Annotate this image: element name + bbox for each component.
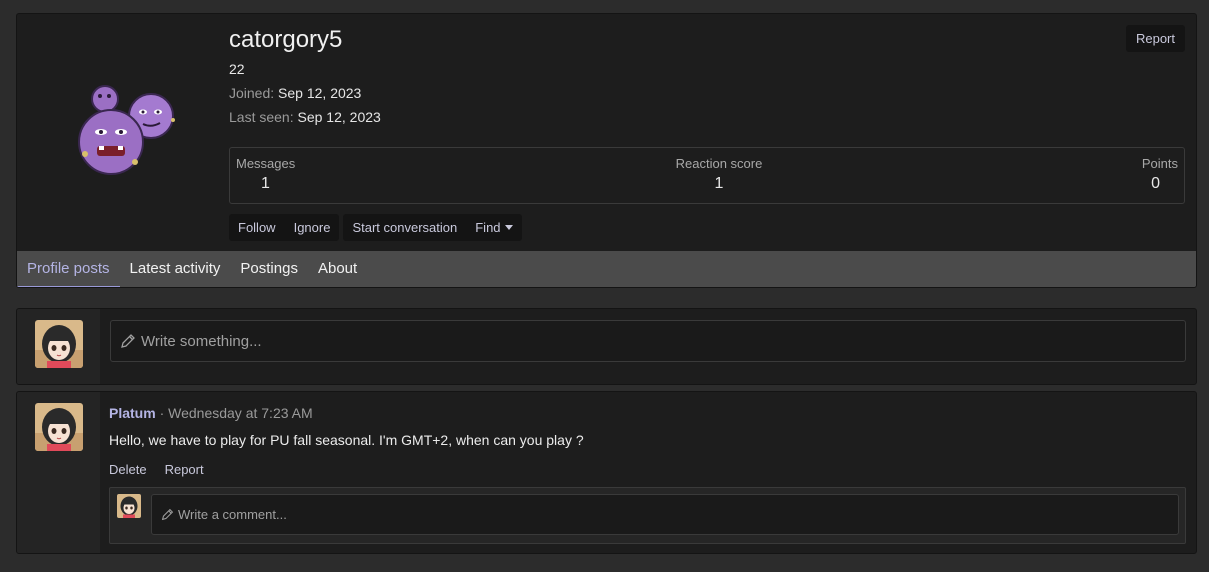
tab-profile-posts[interactable]: Profile posts <box>17 251 120 287</box>
post-meta: Platum · Wednesday at 7:23 AM <box>109 405 313 421</box>
tab-about[interactable]: About <box>308 251 367 287</box>
last-seen-value: Sep 12, 2023 <box>297 109 381 125</box>
post-actions: Delete Report <box>109 462 204 477</box>
write-something-placeholder: Write something... <box>141 332 262 350</box>
ignore-button[interactable]: Ignore <box>285 214 340 241</box>
conversation-find-group: Start conversation Find <box>343 214 522 241</box>
find-dropdown-button[interactable]: Find <box>466 214 521 241</box>
last-seen-row: Last seen: Sep 12, 2023 <box>229 109 381 125</box>
profile-tabs: Profile posts Latest activity Postings A… <box>17 251 1196 287</box>
comment-user-avatar[interactable] <box>117 494 141 518</box>
stat-points-value: 0 <box>1151 175 1160 192</box>
profile-avatar[interactable] <box>65 74 185 194</box>
write-comment-placeholder: Write a comment... <box>178 507 287 522</box>
post-author-avatar[interactable] <box>35 403 83 451</box>
tab-latest-activity[interactable]: Latest activity <box>120 251 231 287</box>
user-age: 22 <box>229 61 245 77</box>
joined-label: Joined: <box>229 85 275 101</box>
anime-girl-avatar-icon <box>35 320 83 368</box>
last-seen-label: Last seen: <box>229 109 294 125</box>
write-comment-input[interactable]: Write a comment... <box>151 494 1179 535</box>
stat-points-label: Points <box>1141 156 1178 171</box>
follow-ignore-group: Follow Ignore <box>229 214 340 241</box>
profile-post: Platum · Wednesday at 7:23 AM Hello, we … <box>16 391 1197 554</box>
profile-actions: Follow Ignore Start conversation Find <box>229 214 522 241</box>
profile-post-composer: Write something... <box>16 308 1197 385</box>
stat-points[interactable]: Points 0 <box>1142 156 1178 193</box>
stat-reaction-value: 1 <box>714 175 724 192</box>
tab-postings[interactable]: Postings <box>230 251 308 287</box>
follow-button[interactable]: Follow <box>229 214 285 241</box>
post-timestamp[interactable]: · Wednesday at 7:23 AM <box>160 405 313 421</box>
username: catorgory5 <box>229 26 343 53</box>
comment-area: Write a comment... <box>109 487 1186 544</box>
caret-down-icon <box>504 225 513 230</box>
start-conversation-button[interactable]: Start conversation <box>343 214 466 241</box>
joined-value: Sep 12, 2023 <box>278 85 362 101</box>
anime-girl-avatar-icon <box>35 403 83 451</box>
koffing-sprite-icon <box>78 85 175 175</box>
stat-reaction-score[interactable]: Reaction score 1 <box>675 156 763 193</box>
anime-girl-avatar-icon <box>117 494 141 518</box>
delete-post-link[interactable]: Delete <box>109 462 147 477</box>
report-profile-button[interactable]: Report <box>1125 25 1185 52</box>
stat-messages-label: Messages <box>236 156 296 171</box>
profile-header: catorgory5 22 Joined: Sep 12, 2023 Last … <box>16 13 1197 288</box>
stat-messages[interactable]: Messages 1 <box>236 156 295 193</box>
profile-stats: Messages 1 Reaction score 1 Points 0 <box>229 147 1185 204</box>
stat-reaction-label: Reaction score <box>675 156 763 171</box>
report-post-link[interactable]: Report <box>165 462 204 477</box>
pencil-icon <box>161 508 174 521</box>
pencil-icon <box>121 334 135 348</box>
write-something-input[interactable]: Write something... <box>110 320 1186 362</box>
find-label: Find <box>475 220 501 235</box>
current-user-avatar[interactable] <box>35 320 83 368</box>
joined-row: Joined: Sep 12, 2023 <box>229 85 361 101</box>
post-author-link[interactable]: Platum <box>109 405 156 421</box>
stat-messages-value: 1 <box>261 175 270 192</box>
post-body: Hello, we have to play for PU fall seaso… <box>109 432 584 448</box>
